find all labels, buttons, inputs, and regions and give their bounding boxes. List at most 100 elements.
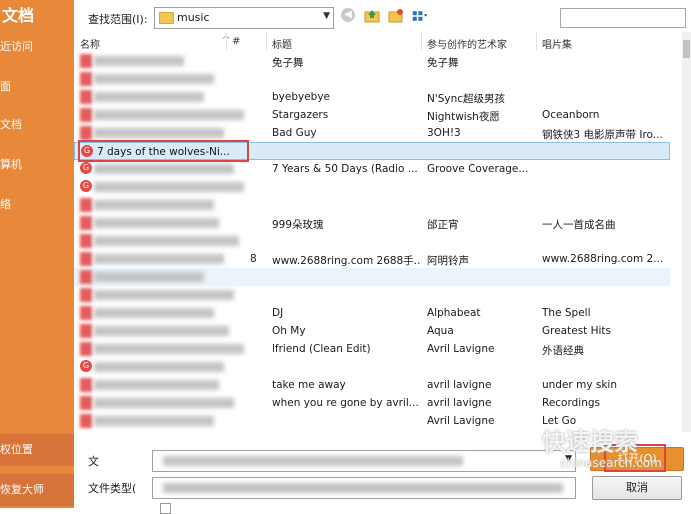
cell-artist: N'Sync超级男孩 <box>427 93 506 105</box>
column-number[interactable]: # <box>232 36 240 47</box>
list-item[interactable] <box>74 232 670 250</box>
back-icon[interactable]: ◀ <box>341 8 355 22</box>
list-item[interactable]: Oh My Aqua Greatest Hits <box>74 322 670 340</box>
file-icon <box>80 72 92 86</box>
list-item[interactable] <box>74 196 670 214</box>
list-item[interactable]: take me away avril lavigne under my skin <box>74 376 670 394</box>
look-in-combo[interactable]: music ▼ <box>154 7 334 29</box>
vertical-scrollbar[interactable] <box>682 32 691 432</box>
place-recent[interactable]: 近访问 <box>0 38 74 54</box>
place-documents[interactable]: 文档 <box>0 116 74 132</box>
place-computer[interactable]: 算机 <box>0 156 74 172</box>
file-icon <box>80 198 92 212</box>
file-name-input[interactable]: ▼ <box>152 450 576 472</box>
file-icon <box>80 342 92 356</box>
list-item[interactable]: G <box>74 178 670 196</box>
cell-title: lfriend (Clean Edit) <box>272 343 371 355</box>
list-header: 名称 ︿ # 标题 参与创作的艺术家 唱片集 <box>74 31 682 51</box>
ring-file-icon: G <box>80 180 92 192</box>
place-location-button[interactable]: 权位置 <box>0 434 74 466</box>
blurred-name <box>94 416 214 426</box>
cell-artist: 3OH!3 <box>427 127 461 139</box>
file-icon <box>80 378 92 392</box>
blurred-name <box>94 362 224 372</box>
file-icon <box>80 90 92 104</box>
cell-album: Recordings <box>542 397 600 409</box>
cell-number: 8 <box>250 253 257 265</box>
list-item[interactable]: lfriend (Clean Edit) Avril Lavigne 外语经典 <box>74 340 670 358</box>
cell-title: Bad Guy <box>272 127 317 139</box>
list-item[interactable]: Stargazers Nightwish夜愿 Oceanborn <box>74 106 670 124</box>
blurred-name <box>94 56 184 66</box>
scroll-thumb[interactable] <box>683 40 690 58</box>
list-item[interactable] <box>74 286 670 304</box>
column-artist[interactable]: 参与创作的艺术家 <box>427 36 507 51</box>
column-name[interactable]: 名称 <box>80 36 100 51</box>
place-recovery-button[interactable]: 恢复大师 <box>0 474 74 506</box>
cell-artist: avril lavigne <box>427 397 492 409</box>
file-icon <box>80 234 92 248</box>
new-folder-icon[interactable] <box>388 8 404 24</box>
place-network[interactable]: 络 <box>0 196 74 212</box>
cell-title: Stargazers <box>272 109 329 121</box>
list-item[interactable]: 999朵玫瑰 邰正宵 一人一首成名曲 <box>74 214 670 232</box>
cell-title: 7 Years & 50 Days (Radio ... <box>272 163 418 175</box>
blurred-name <box>94 218 219 228</box>
list-item[interactable] <box>74 268 670 286</box>
blurred-name <box>94 344 244 354</box>
blurred-name <box>94 200 214 210</box>
column-separator <box>421 32 422 50</box>
up-folder-icon[interactable] <box>364 8 380 24</box>
file-list[interactable]: 免子舞 免子舞 byebyebye N'Sync超级男孩 Stargazers Nig… <box>74 52 682 432</box>
cell-title: 免子舞 <box>272 57 304 69</box>
cancel-button[interactable]: 取消 <box>592 476 682 500</box>
cell-artist: Alphabeat <box>427 307 481 319</box>
blurred-name <box>94 74 214 84</box>
cell-album: Greatest Hits <box>542 325 612 337</box>
chevron-down-icon[interactable]: ▼ <box>323 11 330 21</box>
checkbox[interactable] <box>160 503 171 514</box>
list-item[interactable]: byebyebye N'Sync超级男孩 <box>74 88 670 106</box>
list-item[interactable]: DJ Alphabeat The Spell <box>74 304 670 322</box>
list-item[interactable]: when you re gone by avril... avril lavign… <box>74 394 670 412</box>
file-type-combo[interactable] <box>152 477 576 499</box>
cell-artist: 阿明铃声 <box>427 255 469 267</box>
blurred-name <box>94 272 204 282</box>
cell-title: 999朵玫瑰 <box>272 219 324 231</box>
view-menu-icon[interactable] <box>412 8 428 24</box>
list-item[interactable]: G 7 Years & 50 Days (Radio ... Groove Cove… <box>74 160 670 178</box>
cell-title: Oh My <box>272 325 306 337</box>
column-separator <box>226 32 227 50</box>
file-icon <box>80 324 92 338</box>
cell-artist: 免子舞 <box>427 57 459 69</box>
cell-title: take me away <box>272 379 346 391</box>
blurred-file-name <box>163 456 463 466</box>
blurred-name <box>94 182 244 192</box>
file-icon <box>80 108 92 122</box>
blurred-name <box>94 110 244 120</box>
blurred-name <box>94 380 219 390</box>
cell-album: 外语经典 <box>542 345 584 357</box>
list-item[interactable]: 8 www.2688ring.com 2688手... 阿明铃声 www.2688ri… <box>74 250 670 268</box>
file-icon <box>80 306 92 320</box>
cell-album: under my skin <box>542 379 617 391</box>
column-album[interactable]: 唱片集 <box>542 36 572 51</box>
places-panel: 文档 近访问 面 文档 算机 络 权位置 恢复大师 <box>0 0 74 508</box>
cell-album: www.2688ring.com 2... <box>542 253 664 265</box>
cell-artist: Avril Lavigne <box>427 343 495 355</box>
search-input[interactable] <box>560 8 686 28</box>
blurred-name <box>94 308 214 318</box>
list-item[interactable]: 免子舞 免子舞 <box>74 52 670 70</box>
cell-artist: Aqua <box>427 325 454 337</box>
cell-album: The Spell <box>542 307 591 319</box>
blurred-name <box>94 326 229 336</box>
cell-artist: avril lavigne <box>427 379 492 391</box>
file-name-label: 文 <box>88 455 99 468</box>
blurred-name <box>94 236 239 246</box>
column-title[interactable]: 标题 <box>272 36 292 51</box>
file-icon <box>80 288 92 302</box>
place-desktop[interactable]: 面 <box>0 78 74 94</box>
list-item[interactable] <box>74 70 670 88</box>
list-item[interactable]: G <box>74 358 670 376</box>
watermark-url: chinasearch.com <box>560 456 662 470</box>
